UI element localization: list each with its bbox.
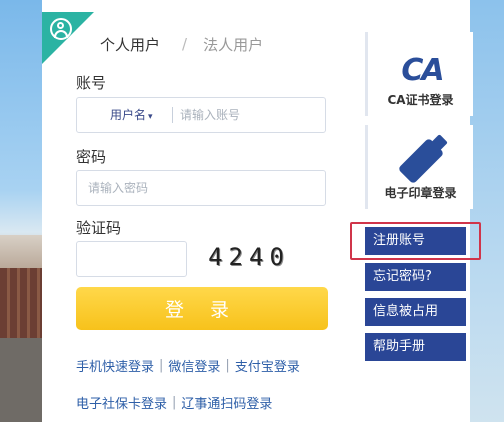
captcha-image[interactable]: 4240	[203, 240, 295, 274]
ca-logo-icon: CA	[401, 52, 444, 88]
seal-login-label: 电子印章登录	[384, 186, 457, 200]
forgot-password-button[interactable]: 忘记密码?	[365, 263, 466, 291]
ca-login-label: CA证书登录	[387, 93, 454, 107]
tab-personal-user[interactable]: 个人用户	[100, 34, 160, 55]
password-label: 密码	[76, 148, 107, 166]
password-placeholder: 请输入密码	[88, 181, 149, 195]
help-manual-button[interactable]: 帮助手册	[365, 333, 466, 361]
link-alipay-login[interactable]: 支付宝登录	[235, 356, 300, 375]
account-field[interactable]: 用户名 ▾ 请输入账号	[76, 97, 326, 133]
scenery-roof	[0, 235, 42, 269]
scenery-building	[0, 268, 42, 338]
account-type-value: 用户名	[110, 108, 147, 122]
captcha-label: 验证码	[76, 219, 122, 237]
ca-certificate-login[interactable]: CA CA证书登录	[365, 32, 473, 116]
scenery-ground	[0, 338, 42, 422]
captcha-input[interactable]	[76, 241, 187, 277]
user-icon[interactable]	[50, 18, 72, 40]
info-occupied-button[interactable]: 信息被占用	[365, 298, 466, 326]
electronic-seal-login[interactable]: 电子印章登录	[365, 125, 473, 209]
background-sky	[470, 0, 504, 422]
link-social-security-card-login[interactable]: 电子社保卡登录	[76, 393, 167, 412]
account-type-select[interactable]: 用户名 ▾	[110, 98, 153, 134]
user-type-tabs: 个人用户 / 法人用户	[100, 34, 263, 54]
background-scenery	[0, 0, 42, 422]
link-separator: |	[225, 358, 230, 373]
login-button[interactable]: 登 录	[76, 287, 328, 330]
chevron-down-icon: ▾	[148, 112, 153, 122]
tab-separator: /	[182, 35, 188, 53]
register-highlight-box	[350, 222, 481, 260]
link-separator: |	[159, 358, 164, 373]
usb-key-icon	[397, 137, 445, 185]
link-separator: |	[172, 395, 177, 410]
quick-login-links-row2: 电子社保卡登录 | 辽事通扫码登录	[76, 393, 272, 412]
account-label: 账号	[76, 74, 107, 92]
link-liaoshitong-scan-login[interactable]: 辽事通扫码登录	[181, 393, 272, 412]
link-wechat-login[interactable]: 微信登录	[168, 356, 220, 375]
field-divider	[172, 107, 173, 123]
tab-legal-user[interactable]: 法人用户	[203, 34, 263, 55]
link-phone-login[interactable]: 手机快速登录	[76, 356, 154, 375]
password-field[interactable]: 请输入密码	[76, 170, 326, 206]
account-placeholder: 请输入账号	[180, 108, 241, 122]
quick-login-links-row1: 手机快速登录 | 微信登录 | 支付宝登录	[76, 356, 300, 375]
